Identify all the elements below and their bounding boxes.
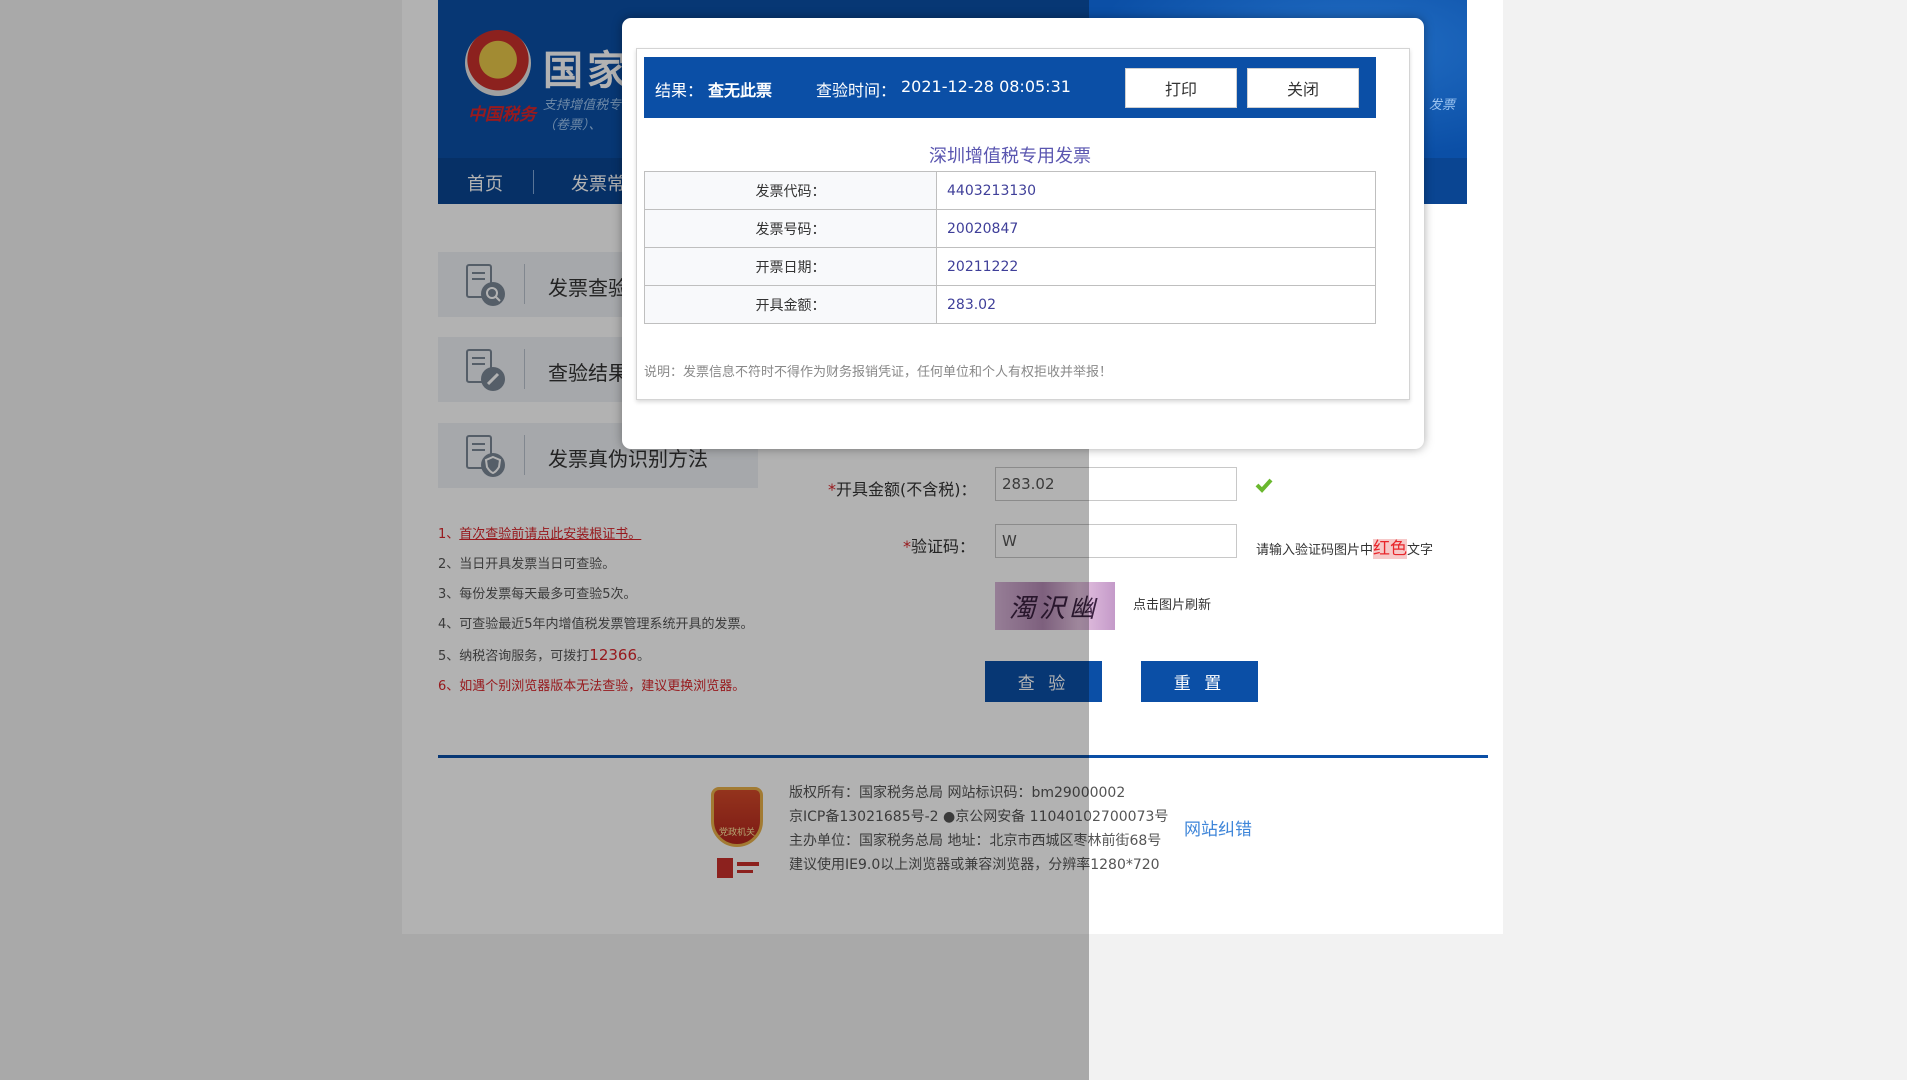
site-subtitle-right: 发票 [1428, 98, 1455, 113]
print-button[interactable]: 打印 [1125, 68, 1237, 108]
modal-disclaimer: 说明：发票信息不符时不得作为财务报销凭证，任何单位和个人有权拒收并举报！ [644, 365, 1113, 380]
checkmark-icon [1255, 478, 1273, 493]
invoice-amount-value: 283.02 [936, 285, 1376, 324]
table-row: 发票代码： 4403213130 [644, 171, 1376, 210]
invoice-number-value: 20020847 [936, 209, 1376, 248]
captcha-refresh-text[interactable]: 点击图片刷新 [1133, 594, 1211, 613]
close-button[interactable]: 关闭 [1247, 68, 1359, 108]
invoice-code-label: 发票代码： [644, 171, 937, 210]
table-row: 开票日期： 20211222 [644, 247, 1376, 286]
table-row: 发票号码： 20020847 [644, 209, 1376, 248]
result-bar: 结果： 查无此票 查验时间： 2021-12-28 08:05:31 打印 关闭 [644, 57, 1376, 118]
result-label: 结果： [655, 81, 704, 100]
invoice-date-value: 20211222 [936, 247, 1376, 286]
captcha-hint-highlight: 红色 [1373, 539, 1408, 559]
check-time-value: 2021-12-28 08:05:31 [901, 77, 1071, 96]
invoice-amount-label: 开具金额： [644, 285, 937, 324]
captcha-hint: 请输入验证码图片中红色文字 [1256, 534, 1433, 559]
result-value: 查无此票 [708, 81, 773, 100]
report-error-link[interactable]: 网站纠错 [1184, 815, 1252, 840]
invoice-info-table: 发票代码： 4403213130 发票号码： 20020847 开票日期： 20… [644, 171, 1376, 324]
result-modal: 结果： 查无此票 查验时间： 2021-12-28 08:05:31 打印 关闭… [622, 18, 1424, 449]
invoice-number-label: 发票号码： [644, 209, 937, 248]
invoice-type-title: 深圳增值税专用发票 [929, 146, 1091, 167]
check-time-label: 查验时间： [816, 81, 897, 100]
captcha-hint-text: 请输入验证码图片中 [1256, 543, 1374, 558]
captcha-hint-text: 文字 [1407, 543, 1434, 558]
invoice-date-label: 开票日期： [644, 247, 937, 286]
invoice-code-value: 4403213130 [936, 171, 1376, 210]
table-row: 开具金额： 283.02 [644, 285, 1376, 324]
reset-button[interactable]: 重 置 [1141, 661, 1258, 702]
